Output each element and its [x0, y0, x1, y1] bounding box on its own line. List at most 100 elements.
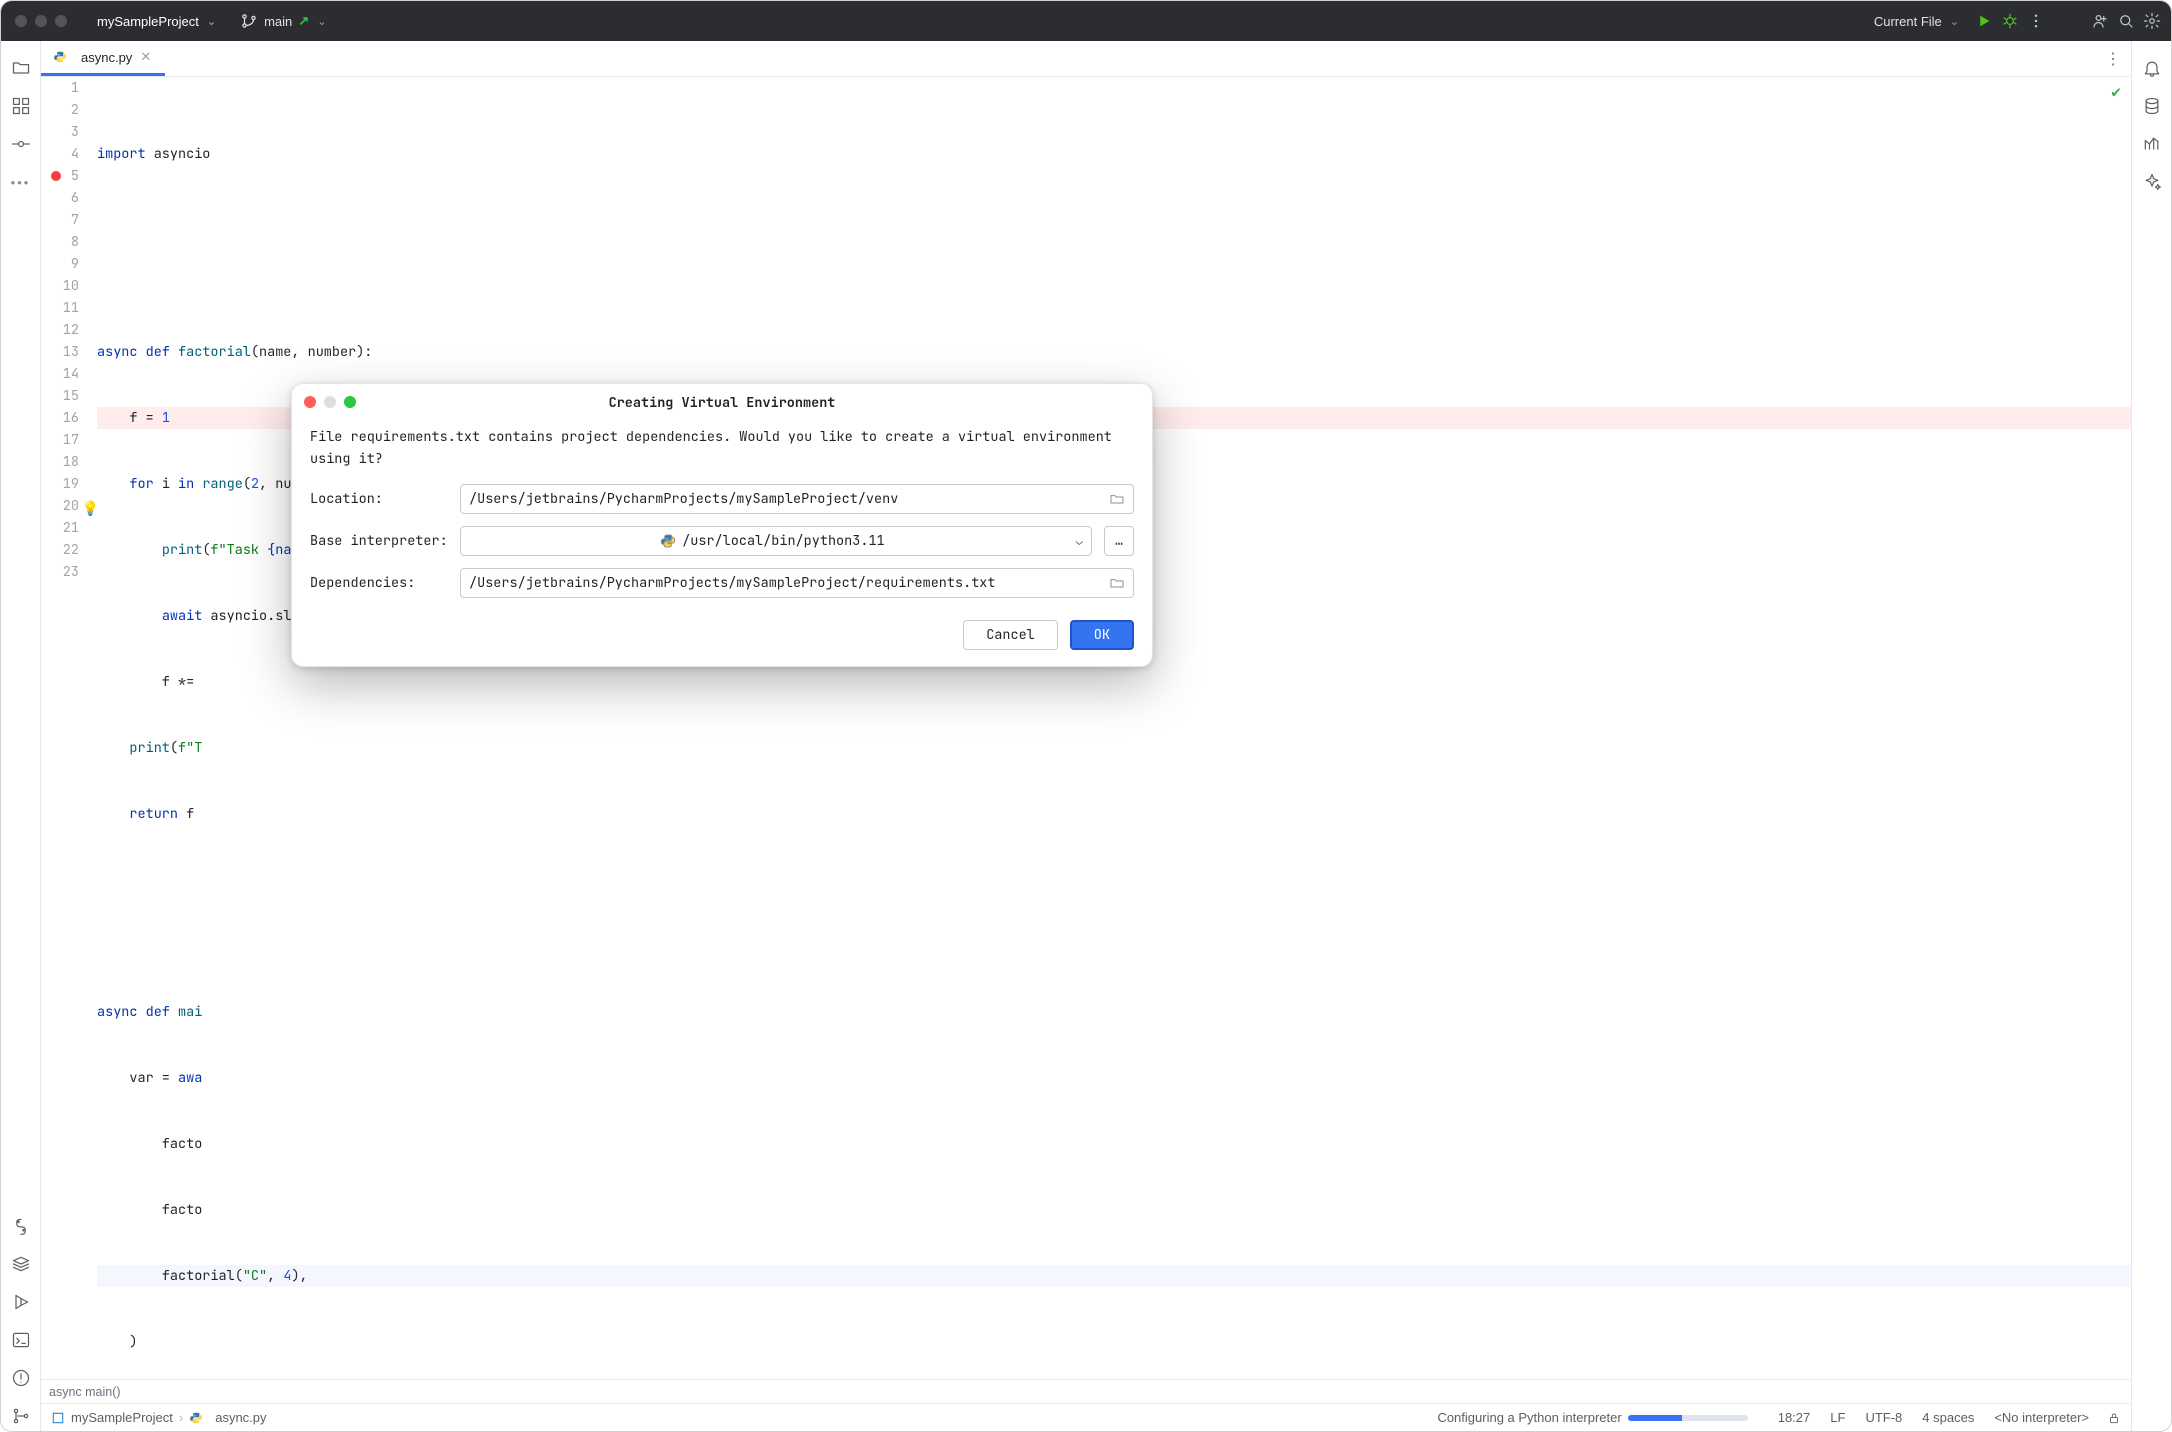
line-number: 2: [41, 99, 79, 121]
line-number: 💡20: [41, 495, 79, 517]
location-field[interactable]: /Users/jetbrains/PycharmProjects/mySampl…: [460, 484, 1134, 514]
titlebar: mySampleProject ⌄ main ↗ ⌄ Current File …: [1, 1, 2171, 41]
tab-async-py[interactable]: async.py ✕: [41, 41, 165, 76]
dialog-title: Creating Virtual Environment: [609, 392, 836, 414]
line-separator[interactable]: LF: [1830, 1410, 1845, 1425]
interpreter-status[interactable]: <No interpreter>: [1994, 1410, 2089, 1425]
notifications-button[interactable]: [2137, 53, 2167, 83]
commit-tool-button[interactable]: [6, 129, 36, 159]
close-window-icon[interactable]: [15, 15, 27, 27]
packages-tool-button[interactable]: [6, 1249, 36, 1279]
project-name: mySampleProject: [97, 14, 199, 29]
dependencies-field[interactable]: /Users/jetbrains/PycharmProjects/mySampl…: [460, 568, 1134, 598]
code-editor[interactable]: 1 2 3 4 5 6 7 8 9 10 11 12 13 14 15 16 1: [41, 77, 2131, 1379]
caret-position[interactable]: 18:27: [1778, 1410, 1811, 1425]
code-area[interactable]: ✔ import asyncio async def factorial(nam…: [89, 77, 2131, 1379]
debug-button[interactable]: [2001, 12, 2019, 30]
ai-assistant-button[interactable]: [2137, 167, 2167, 197]
line-number: 9: [41, 253, 79, 275]
tab-label: async.py: [81, 50, 132, 65]
cancel-button[interactable]: Cancel: [963, 620, 1058, 650]
background-task[interactable]: Configuring a Python interpreter: [1437, 1410, 1621, 1425]
database-tool-button[interactable]: [2137, 91, 2167, 121]
folder-icon[interactable]: [1109, 491, 1125, 507]
coverage-tool-button[interactable]: [2137, 129, 2167, 159]
indent-status[interactable]: 4 spaces: [1922, 1410, 1974, 1425]
line-number: 1: [41, 77, 79, 99]
dialog-window-controls: [304, 396, 356, 408]
branch-name: main: [264, 14, 292, 29]
line-number: 22: [41, 539, 79, 561]
minimize-window-icon[interactable]: [35, 15, 47, 27]
settings-icon[interactable]: [2143, 12, 2161, 30]
nav-file[interactable]: async.py: [215, 1410, 266, 1425]
zoom-window-icon[interactable]: [55, 15, 67, 27]
base-interpreter-label: Base interpreter:: [310, 530, 448, 552]
ellipsis-icon: …: [1115, 530, 1123, 552]
base-interpreter-combo[interactable]: /usr/local/bin/python3.11 ⌄: [460, 526, 1092, 556]
project-tool-button[interactable]: [6, 53, 36, 83]
project-selector[interactable]: mySampleProject ⌄: [89, 10, 224, 33]
vcs-branch[interactable]: main ↗ ⌄: [232, 8, 334, 34]
line-number: 19: [41, 473, 79, 495]
location-value: /Users/jetbrains/PycharmProjects/mySampl…: [469, 488, 898, 510]
line-number: 5: [41, 165, 79, 187]
dialog-zoom-icon[interactable]: [344, 396, 356, 408]
line-number: 16: [41, 407, 79, 429]
more-tool-button[interactable]: •••: [6, 167, 36, 197]
services-tool-button[interactable]: [6, 1287, 36, 1317]
close-tab-icon[interactable]: ✕: [140, 49, 151, 65]
code-with-me-icon[interactable]: [2091, 12, 2109, 30]
line-number: 8: [41, 231, 79, 253]
terminal-tool-button[interactable]: [6, 1325, 36, 1355]
chevron-down-icon: ⌄: [317, 15, 326, 28]
editor-breadcrumb[interactable]: async main(): [41, 1379, 2131, 1403]
structure-tool-button[interactable]: [6, 91, 36, 121]
browse-interpreter-button[interactable]: …: [1104, 526, 1134, 556]
chevron-down-icon: ⌄: [1950, 15, 1959, 28]
nav-project[interactable]: mySampleProject: [71, 1410, 173, 1425]
python-file-icon: [189, 1411, 203, 1425]
lock-icon[interactable]: [2107, 1411, 2121, 1425]
line-number: 6: [41, 187, 79, 209]
location-label: Location:: [310, 488, 448, 510]
file-encoding[interactable]: UTF-8: [1865, 1410, 1902, 1425]
line-number: 17: [41, 429, 79, 451]
line-number: 12: [41, 319, 79, 341]
problems-tool-button[interactable]: [6, 1363, 36, 1393]
editor-tabs: async.py ✕ ⋮: [41, 41, 2131, 77]
more-actions-button[interactable]: [2027, 12, 2045, 30]
vcs-tool-button[interactable]: [6, 1401, 36, 1431]
left-tool-stripe: •••: [1, 41, 41, 1431]
dialog-message: File requirements.txt contains project d…: [310, 426, 1134, 470]
breakpoint-icon[interactable]: [51, 171, 61, 181]
python-icon: [660, 533, 676, 549]
python-console-button[interactable]: [6, 1211, 36, 1241]
gutter: 1 2 3 4 5 6 7 8 9 10 11 12 13 14 15 16 1: [41, 77, 89, 1379]
line-number: 14: [41, 363, 79, 385]
ellipsis-icon: •••: [11, 175, 31, 190]
run-config-selector[interactable]: Current File ⌄: [1866, 10, 1967, 33]
line-number: 4: [41, 143, 79, 165]
branch-icon: [240, 12, 258, 30]
progress-bar[interactable]: [1628, 1415, 1748, 1421]
line-number: 11: [41, 297, 79, 319]
module-icon: [51, 1411, 65, 1425]
search-icon[interactable]: [2117, 12, 2135, 30]
run-button[interactable]: [1975, 12, 1993, 30]
python-file-icon: [53, 50, 67, 64]
chevron-right-icon: ›: [179, 1410, 183, 1425]
line-number: 3: [41, 121, 79, 143]
line-number: 10: [41, 275, 79, 297]
folder-icon[interactable]: [1109, 575, 1125, 591]
inspection-ok-icon[interactable]: ✔: [2111, 81, 2121, 103]
tab-more-icon[interactable]: ⋮: [2105, 49, 2121, 69]
line-number: 23: [41, 561, 79, 583]
dialog-minimize-icon: [324, 396, 336, 408]
ok-button[interactable]: OK: [1070, 620, 1134, 650]
dialog-titlebar: Creating Virtual Environment: [292, 384, 1152, 422]
right-tool-stripe: [2131, 41, 2171, 1431]
chevron-down-icon: ⌄: [207, 15, 216, 28]
dialog-close-icon[interactable]: [304, 396, 316, 408]
line-number: 7: [41, 209, 79, 231]
